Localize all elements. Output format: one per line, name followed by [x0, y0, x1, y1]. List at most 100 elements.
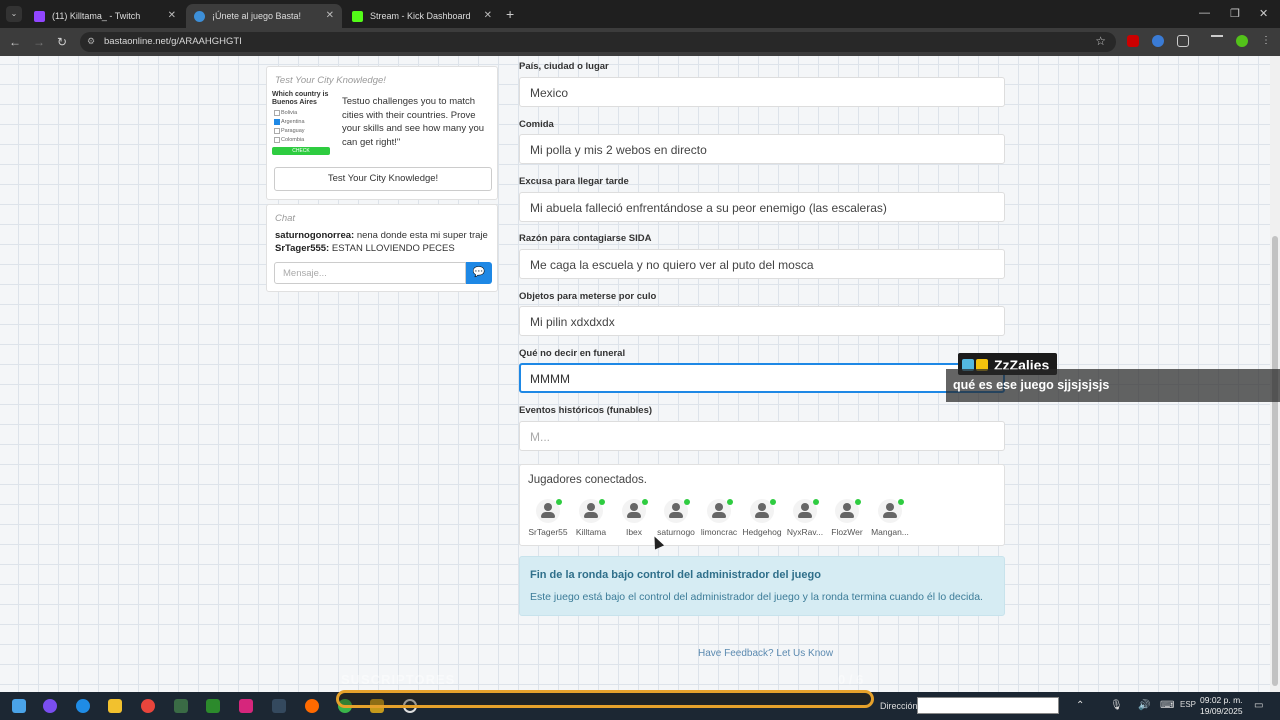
quiz-preview-button: CHECK	[272, 147, 330, 155]
twitch-icon	[34, 10, 45, 22]
chat-message: saturnogonorrea: nena donde esta mi supe…	[275, 229, 488, 242]
promo-title: Test Your City Knowledge!	[275, 75, 386, 86]
copilot-icon[interactable]	[43, 699, 57, 713]
globe-icon	[194, 10, 205, 22]
keyboard-icon[interactable]: ⌨	[1160, 700, 1174, 711]
avatar	[878, 499, 904, 523]
menu-icon[interactable]: ⋮	[1261, 35, 1273, 47]
online-indicator	[727, 499, 733, 505]
player-name: NyxRav...	[786, 527, 824, 537]
promo-description: Testuo challenges you to match cities wi…	[342, 96, 485, 148]
reload-icon[interactable]: ↻	[57, 35, 67, 49]
avatar	[707, 499, 733, 523]
tab-title: Stream - Kick Dashboard	[370, 11, 471, 21]
field-input-lugar[interactable]: Mexico	[519, 77, 1005, 107]
tab-search-button[interactable]: ⌄	[6, 6, 22, 22]
forward-icon[interactable]: →	[33, 35, 45, 49]
player: NyxRav...	[781, 499, 829, 537]
online-indicator	[684, 499, 690, 505]
windows-start-icon[interactable]	[12, 699, 26, 713]
new-tab-button[interactable]: +	[506, 6, 514, 22]
close-tab-icon[interactable]: ✕	[326, 10, 334, 21]
tab-kick[interactable]: Stream - Kick Dashboard ✕	[344, 4, 500, 28]
address-toolbar-input[interactable]	[917, 697, 1059, 714]
promo-quiz-preview: Which country is Buenos Aires Bolivia Ar…	[272, 91, 334, 163]
player-name: Killtama	[575, 527, 607, 537]
chat-title: Chat	[275, 213, 296, 224]
quiz-preview-option: Colombia	[272, 137, 334, 143]
file-explorer-icon[interactable]	[108, 699, 122, 713]
instagram-icon[interactable]	[239, 699, 253, 713]
avatar	[579, 499, 605, 523]
edge-icon[interactable]	[76, 699, 90, 713]
player: Killtama	[567, 499, 615, 537]
back-icon[interactable]: ←	[9, 35, 21, 49]
field-input-eventos[interactable]: M...	[519, 421, 1005, 451]
chat-username: saturnogonorrea:	[275, 230, 355, 241]
promo-card: Test Your City Knowledge! Which country …	[266, 66, 498, 200]
promo-button[interactable]: Test Your City Knowledge!	[274, 167, 492, 191]
player-name: FlozWer	[831, 527, 863, 537]
field-label: Razón para contagiarse SIDA	[519, 233, 652, 244]
extensions-puzzle-icon[interactable]	[1177, 35, 1189, 47]
app-icon[interactable]	[305, 699, 319, 713]
minecraft-icon[interactable]	[206, 699, 220, 713]
tab-basta[interactable]: ¡Únete al juego Basta! ✕	[186, 4, 342, 28]
media-control-icon[interactable]	[1211, 35, 1223, 47]
minimize-icon[interactable]: —	[1199, 7, 1210, 19]
bookmark-star-icon[interactable]: ☆	[1095, 34, 1106, 48]
online-indicator	[556, 499, 562, 505]
round-info-alert: Fin de la ronda bajo control del adminis…	[519, 556, 1005, 616]
online-indicator	[642, 499, 648, 505]
player-name: Mangan...	[871, 527, 909, 537]
close-window-icon[interactable]: ✕	[1259, 7, 1268, 20]
notifications-icon[interactable]: ▭	[1254, 700, 1263, 711]
players-panel: Jugadores conectados. SrTager55 Killtama…	[519, 464, 1005, 546]
volume-icon[interactable]: 🔊	[1138, 700, 1150, 711]
close-tab-icon[interactable]: ✕	[168, 10, 176, 21]
chat-text: nena donde esta mi super traje	[354, 230, 488, 241]
online-indicator	[855, 499, 861, 505]
feedback-link[interactable]: Have Feedback? Let Us Know	[698, 648, 833, 659]
players-title: Jugadores conectados.	[528, 474, 647, 486]
tray-overflow-icon[interactable]: ⌃	[1076, 700, 1084, 711]
language-indicator[interactable]: ESP	[1180, 700, 1196, 709]
online-indicator	[599, 499, 605, 505]
field-input-excusa[interactable]: Mi abuela falleció enfrentándose a su pe…	[519, 192, 1005, 222]
url-text: bastaonline.net/g/ARAAHGHGTI	[104, 36, 242, 47]
avatar	[536, 499, 562, 523]
site-info-icon[interactable]: ⚙	[87, 36, 95, 47]
field-label: País, ciudad o lugar	[519, 61, 609, 72]
field-input-razon[interactable]: Me caga la escuela y no quiero ver al pu…	[519, 249, 1005, 279]
field-label: Objetos para meterse por culo	[519, 291, 657, 302]
address-toolbar-label: Dirección	[880, 701, 918, 711]
chat-send-button[interactable]: 💬	[466, 262, 492, 284]
player-name: Hedgehog	[742, 527, 782, 537]
chat-input[interactable]: Mensaje...	[274, 262, 466, 284]
close-tab-icon[interactable]: ✕	[484, 10, 492, 21]
chrome-icon[interactable]	[141, 699, 155, 713]
field-input-funeral[interactable]: MMMM	[519, 363, 1005, 393]
clock-time: 09:02 p. m.	[1200, 695, 1243, 705]
tab-twitch[interactable]: (11) Killtama_ - Twitch ✕	[26, 4, 184, 28]
online-indicator	[770, 499, 776, 505]
profile-icon[interactable]	[1236, 35, 1248, 47]
clock[interactable]: 09:02 p. m. 19/09/2025	[1200, 695, 1243, 717]
address-bar[interactable]: ⚙ bastaonline.net/g/ARAAHGHGTI ☆	[80, 32, 1116, 52]
quiz-preview-option: Bolivia	[272, 110, 334, 116]
microphone-icon[interactable]: 🎙	[1110, 700, 1123, 711]
maximize-icon[interactable]: ❐	[1230, 7, 1240, 20]
field-input-comida[interactable]: Mi polla y mis 2 webos en directo	[519, 134, 1005, 164]
player: Ibex	[610, 499, 658, 537]
app-icon[interactable]	[272, 699, 286, 713]
extension-icon[interactable]	[1127, 35, 1139, 47]
field-label: Eventos históricos (funables)	[519, 405, 653, 416]
field-label: Comida	[519, 119, 554, 130]
clock-date: 19/09/2025	[1200, 706, 1243, 716]
alert-body: Este juego está bajo el control del admi…	[530, 591, 983, 603]
app-icon[interactable]	[174, 699, 188, 713]
extension-icon[interactable]	[1152, 35, 1164, 47]
field-input-objetos[interactable]: Mi pilin xdxdxdx	[519, 306, 1005, 336]
scrollbar-thumb[interactable]	[1272, 236, 1278, 686]
chat-messages: saturnogonorrea: nena donde esta mi supe…	[275, 229, 488, 255]
